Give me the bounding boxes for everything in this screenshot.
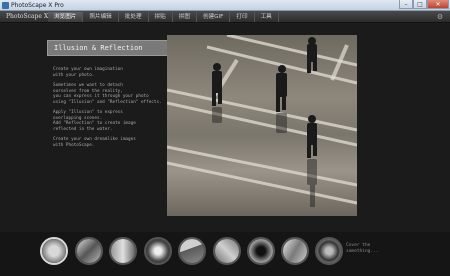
description-paragraph: Create your own imagination with your ph… bbox=[53, 67, 123, 78]
description-text: Create your own imagination with your ph… bbox=[53, 67, 171, 153]
thumbnail[interactable] bbox=[281, 237, 309, 265]
close-button[interactable]: ✕ bbox=[427, 0, 449, 9]
thumbnail[interactable] bbox=[75, 237, 103, 265]
maximize-button[interactable]: □ bbox=[413, 0, 427, 9]
description-paragraph: Apply "Illusion" to express overlapping … bbox=[53, 110, 136, 132]
description-paragraph: Create your own dreamlike images with Ph… bbox=[53, 137, 136, 148]
thumbnail-strip: Cover the something... bbox=[0, 232, 450, 276]
thumbnail-caption: Cover the something... bbox=[346, 243, 379, 254]
description-paragraph: Sometimes we want to detach ourselves fr… bbox=[53, 83, 162, 105]
thumbnail[interactable] bbox=[109, 237, 137, 265]
menu-item-create-gif[interactable]: 创建GIF bbox=[197, 12, 231, 22]
menu-item-print[interactable]: 打印 bbox=[230, 12, 255, 22]
main-menu: 浏览图片 照片编辑 批处理 拼贴 拼图 创建GIF 打印 工具 bbox=[48, 12, 279, 22]
window-controls: – □ ✕ bbox=[399, 0, 449, 9]
app-icon bbox=[2, 2, 9, 9]
thumbnail[interactable] bbox=[213, 237, 241, 265]
photo-artwork bbox=[167, 35, 357, 207]
thumbnail[interactable] bbox=[40, 237, 68, 265]
menu-item-editor[interactable]: 照片编辑 bbox=[83, 12, 119, 22]
window-title-bar: PhotoScape X Pro – □ ✕ bbox=[0, 0, 450, 11]
window-title: PhotoScape X Pro bbox=[11, 2, 64, 9]
gear-icon[interactable]: ⚙ bbox=[436, 13, 444, 21]
menu-item-tools[interactable]: 工具 bbox=[255, 12, 279, 22]
thumbnail[interactable] bbox=[144, 237, 172, 265]
menu-item-viewer[interactable]: 浏览图片 bbox=[48, 12, 84, 22]
app-brand[interactable]: PhotoScape X bbox=[6, 13, 48, 21]
app-menu-bar: PhotoScape X 浏览图片 照片编辑 批处理 拼贴 拼图 创建GIF 打… bbox=[0, 11, 450, 23]
thumbnail[interactable] bbox=[315, 237, 343, 265]
menu-item-combine[interactable]: 拼图 bbox=[173, 12, 197, 22]
example-photo bbox=[167, 35, 357, 216]
thumbnail[interactable] bbox=[247, 237, 275, 265]
minimize-button[interactable]: – bbox=[399, 0, 413, 9]
page-title: Illusion & Reflection bbox=[47, 40, 169, 56]
thumbnail[interactable] bbox=[178, 237, 206, 265]
menu-item-batch[interactable]: 批处理 bbox=[119, 12, 149, 22]
menu-item-collage[interactable]: 拼贴 bbox=[149, 12, 173, 22]
